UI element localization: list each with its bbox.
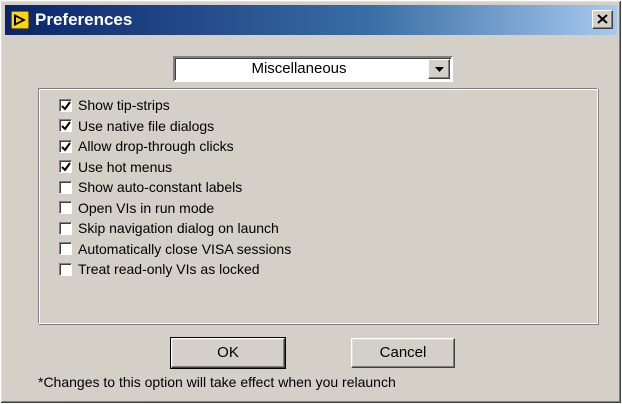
options-panel: Show tip-strips Use native file dialogs …: [38, 88, 598, 324]
checkbox[interactable]: [59, 139, 72, 153]
checkbox[interactable]: [59, 262, 72, 276]
title-bar[interactable]: Preferences: [5, 5, 617, 35]
checkbox[interactable]: [59, 98, 72, 112]
option-show-tip-strips[interactable]: Show tip-strips: [59, 95, 291, 116]
close-button[interactable]: [592, 10, 613, 29]
option-label: Allow drop-through clicks: [78, 138, 234, 155]
option-auto-close-visa-sessions[interactable]: Automatically close VISA sessions: [59, 239, 291, 260]
preferences-dialog: Preferences Miscellaneous Show tip-strip…: [0, 0, 622, 404]
checkbox[interactable]: [59, 221, 72, 235]
category-selected-value: Miscellaneous: [251, 60, 347, 77]
labview-arrow-icon: [10, 10, 30, 30]
ok-button[interactable]: OK: [170, 337, 286, 369]
checkbox[interactable]: [59, 119, 72, 133]
option-allow-drop-through-clicks[interactable]: Allow drop-through clicks: [59, 136, 291, 157]
window-title: Preferences: [35, 10, 133, 29]
checkbox[interactable]: [59, 180, 72, 194]
close-x-icon: [597, 14, 608, 24]
checkmark-icon: [61, 162, 71, 172]
checkbox[interactable]: [59, 160, 72, 174]
option-label: Open VIs in run mode: [78, 199, 215, 216]
option-label: Use native file dialogs: [78, 117, 215, 134]
option-show-auto-constant-labels[interactable]: Show auto-constant labels: [59, 177, 291, 198]
option-treat-read-only-vis-locked[interactable]: Treat read-only VIs as locked: [59, 259, 291, 280]
option-use-native-file-dialogs[interactable]: Use native file dialogs: [59, 116, 291, 137]
option-use-hot-menus[interactable]: Use hot menus: [59, 157, 291, 178]
option-label: Automatically close VISA sessions: [78, 240, 292, 257]
option-skip-navigation-dialog[interactable]: Skip navigation dialog on launch: [59, 218, 291, 239]
checkmark-icon: [61, 142, 71, 152]
checkmark-icon: [61, 121, 71, 131]
checkbox[interactable]: [59, 201, 72, 215]
option-label: Skip navigation dialog on launch: [78, 220, 279, 237]
option-label: Show tip-strips: [78, 97, 170, 114]
option-list: Show tip-strips Use native file dialogs …: [59, 95, 291, 280]
option-open-vis-in-run-mode[interactable]: Open VIs in run mode: [59, 198, 291, 219]
option-label: Show auto-constant labels: [78, 179, 243, 196]
category-dropdown[interactable]: Miscellaneous: [173, 56, 453, 82]
dropdown-arrow-button[interactable]: [428, 59, 450, 79]
checkbox[interactable]: [59, 242, 72, 256]
chevron-down-icon: [435, 67, 444, 72]
relaunch-footnote: *Changes to this option will take effect…: [38, 374, 396, 390]
checkmark-icon: [61, 101, 71, 111]
option-label: Treat read-only VIs as locked: [78, 261, 260, 278]
cancel-button[interactable]: Cancel: [351, 338, 455, 368]
option-label: Use hot menus: [78, 158, 173, 175]
